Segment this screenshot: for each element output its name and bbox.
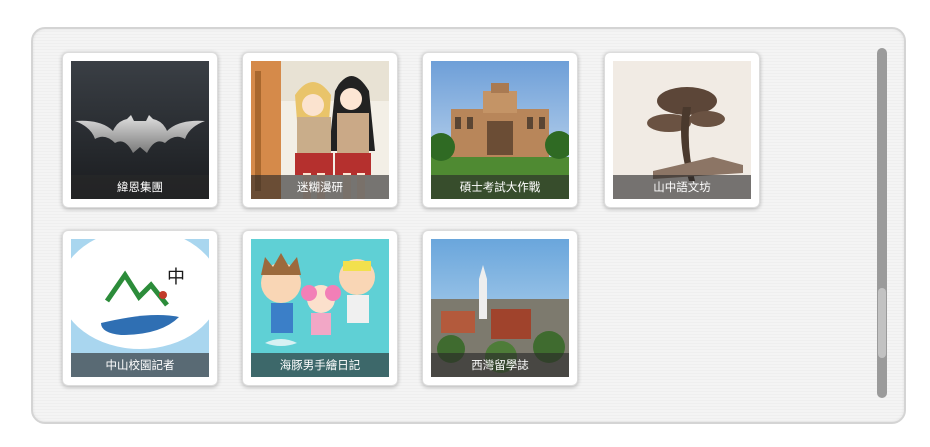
scrollbar-thumb[interactable] bbox=[878, 288, 886, 358]
tile-caption: 海豚男手繪日記 bbox=[251, 353, 389, 377]
gallery-tile-1[interactable]: 緯恩集團 bbox=[62, 52, 218, 208]
gallery-tile-7[interactable]: 西灣留學誌 bbox=[422, 230, 578, 386]
tile-caption: 山中語文坊 bbox=[613, 175, 751, 199]
gallery-tile-5[interactable]: 中 中山校園記者 bbox=[62, 230, 218, 386]
library-building-icon: 碩士考試大作戰 bbox=[431, 61, 569, 199]
cartoon-kids-icon: 海豚男手繪日記 bbox=[251, 239, 389, 377]
vertical-scrollbar[interactable] bbox=[877, 48, 887, 398]
gallery-tile-6[interactable]: 海豚男手繪日記 bbox=[242, 230, 398, 386]
tile-caption: 中山校園記者 bbox=[71, 353, 209, 377]
tile-caption: 碩士考試大作戰 bbox=[431, 175, 569, 199]
svg-text:中: 中 bbox=[167, 267, 185, 288]
tile-caption: 緯恩集團 bbox=[71, 175, 209, 199]
tile-caption: 西灣留學誌 bbox=[431, 353, 569, 377]
pine-tree-icon: 山中語文坊 bbox=[613, 61, 751, 199]
mountain-logo-icon: 中 中山校園記者 bbox=[71, 239, 209, 377]
gallery-tile-2[interactable]: 迷糊漫研 bbox=[242, 52, 398, 208]
campus-aerial-icon: 西灣留學誌 bbox=[431, 239, 569, 377]
gallery-tile-4[interactable]: 山中語文坊 bbox=[604, 52, 760, 208]
tile-caption: 迷糊漫研 bbox=[251, 175, 389, 199]
gallery-tile-3[interactable]: 碩士考試大作戰 bbox=[422, 52, 578, 208]
batman-logo-icon: 緯恩集團 bbox=[71, 61, 209, 199]
anime-schoolgirls-icon: 迷糊漫研 bbox=[251, 61, 389, 199]
